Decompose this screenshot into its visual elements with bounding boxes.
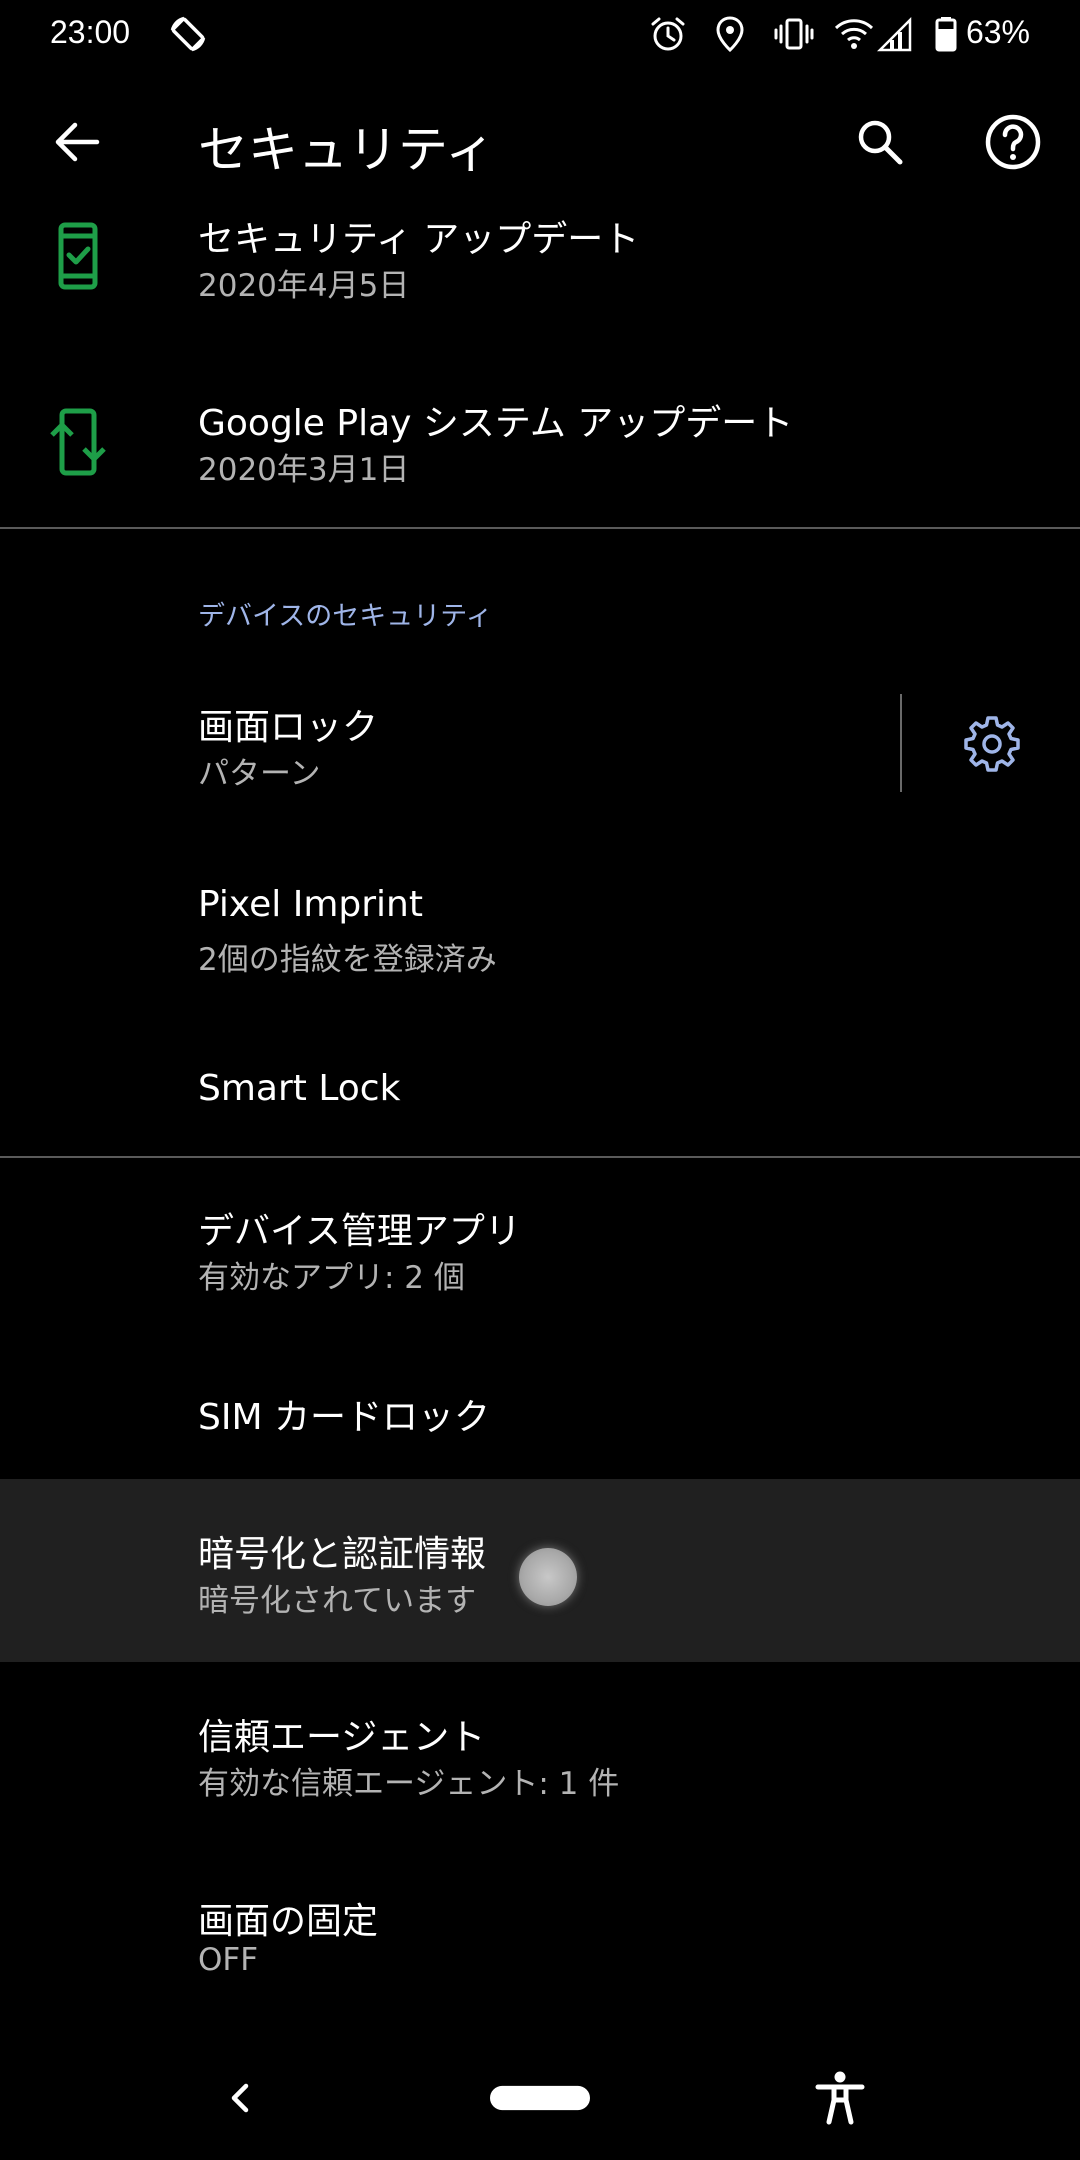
- alarm-icon: [648, 14, 688, 54]
- vibrate-icon: [774, 14, 814, 54]
- back-button[interactable]: [29, 94, 125, 190]
- status-time: 23:00: [50, 14, 131, 50]
- signal-icon: [876, 14, 916, 54]
- navigation-bar: [0, 2020, 1080, 2160]
- battery-percent: 63%: [965, 14, 1030, 50]
- app-bar: セキュリティ: [0, 66, 1080, 220]
- location-icon: [710, 14, 750, 54]
- divider: [0, 527, 1080, 529]
- security-update-title: セキュリティ アップデート: [198, 219, 640, 260]
- screen-lock-title: 画面ロック: [198, 707, 379, 748]
- divider: [0, 1156, 1080, 1158]
- system-update-icon: [40, 404, 116, 480]
- smart-lock-item[interactable]: Smart Lock: [0, 1040, 1080, 1140]
- device-admin-title: デバイス管理アプリ: [198, 1211, 521, 1252]
- home-button[interactable]: [490, 2068, 590, 2128]
- nav-back-button[interactable]: [200, 2058, 280, 2138]
- screen-pinning-item[interactable]: 画面の固定 OFF: [0, 1876, 1080, 2006]
- nav-back-icon: [231, 2083, 249, 2113]
- security-update-date: 2020年4月5日: [198, 268, 410, 304]
- device-admin-apps-item[interactable]: デバイス管理アプリ 有効なアプリ: 2 個: [0, 1186, 1080, 1316]
- accessibility-button[interactable]: [800, 2058, 880, 2138]
- help-icon: [985, 114, 1041, 170]
- screen-lock-settings-button[interactable]: [944, 696, 1040, 792]
- battery-icon: [926, 14, 966, 54]
- trust-agents-summary: 有効な信頼エージェント: 1 件: [198, 1766, 620, 1802]
- pixel-imprint-item[interactable]: Pixel Imprint 2個の指紋を登録済み: [0, 866, 1080, 992]
- phone-check-icon: [40, 218, 116, 294]
- search-icon: [858, 120, 903, 165]
- sim-card-lock-item[interactable]: SIM カードロック: [0, 1360, 1080, 1460]
- encryption-title: 暗号化と認証情報: [198, 1534, 487, 1575]
- smart-lock-title: Smart Lock: [198, 1068, 401, 1109]
- sim-card-lock-title: SIM カードロック: [198, 1397, 490, 1438]
- screen-lock-item[interactable]: 画面ロック パターン: [0, 680, 1080, 810]
- screen-rotation-icon: [168, 14, 208, 54]
- pixel-imprint-summary: 2個の指紋を登録済み: [198, 942, 497, 978]
- screen-lock-summary: パターン: [198, 756, 321, 792]
- back-arrow-icon: [55, 122, 100, 162]
- encryption-credentials-item[interactable]: 暗号化と認証情報 暗号化されています: [0, 1479, 1080, 1662]
- touch-ripple: [519, 1548, 577, 1606]
- google-play-update-item[interactable]: Google Play システム アップデート 2020年3月1日: [0, 386, 1080, 516]
- status-bar: 23:00 63%: [0, 0, 1080, 66]
- google-play-update-title: Google Play システム アップデート: [198, 403, 794, 444]
- trust-agents-item[interactable]: 信頼エージェント 有効な信頼エージェント: 1 件: [0, 1692, 1080, 1822]
- wifi-icon: [834, 14, 874, 54]
- vertical-divider: [900, 694, 902, 792]
- page-title: セキュリティ: [198, 121, 495, 179]
- encryption-summary: 暗号化されています: [198, 1583, 477, 1619]
- gear-icon: [964, 716, 1020, 772]
- google-play-update-date: 2020年3月1日: [198, 452, 410, 488]
- accessibility-icon: [815, 2071, 865, 2125]
- screen-pinning-summary: OFF: [198, 1942, 259, 1978]
- search-button[interactable]: [832, 94, 928, 190]
- help-button[interactable]: [965, 94, 1061, 190]
- security-update-item[interactable]: セキュリティ アップデート 2020年4月5日: [0, 198, 1080, 318]
- trust-agents-title: 信頼エージェント: [198, 1717, 486, 1758]
- pixel-imprint-title: Pixel Imprint: [198, 884, 423, 925]
- home-pill-icon: [490, 2085, 590, 2111]
- category-device-security: デバイスのセキュリティ: [198, 601, 493, 632]
- screen-pinning-title: 画面の固定: [198, 1901, 379, 1942]
- device-admin-summary: 有効なアプリ: 2 個: [198, 1260, 465, 1296]
